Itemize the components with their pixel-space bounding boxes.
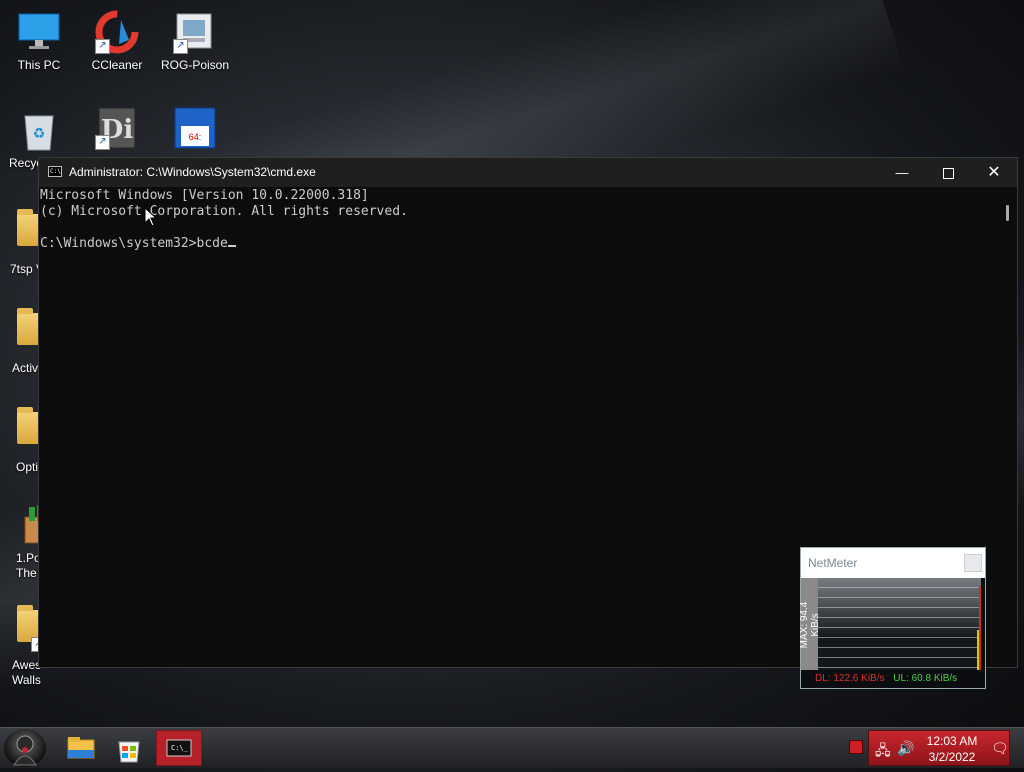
desktop-icon-label: CCleaner	[91, 58, 143, 72]
netmeter-title-bar[interactable]: NetMeter	[801, 548, 985, 578]
file-explorer-icon	[67, 737, 95, 759]
netmeter-title: NetMeter	[808, 556, 858, 570]
scrollbar-thumb[interactable]	[1006, 205, 1009, 221]
mouse-pointer-icon	[144, 207, 158, 227]
desktop-icon-rog-poison[interactable]: ↗ ROG-Poison	[156, 10, 234, 73]
shortcut-arrow-icon: ↗	[95, 39, 110, 54]
floppy-64-icon: 64:	[173, 106, 217, 150]
netmeter-widget[interactable]: NetMeter MAX: 94.4 KiB/s DL: 122.6 KiB/s…	[799, 547, 986, 689]
notification-icon[interactable]: 🗨	[991, 740, 1009, 757]
taskbar-cmd[interactable]: C:\_	[156, 730, 202, 766]
netmeter-menu-button[interactable]	[964, 554, 982, 572]
shortcut-arrow-icon: ↗	[95, 135, 110, 150]
ccleaner-icon: ↗	[95, 10, 139, 54]
netmeter-stats: DL: 122.6 KiB/s UL: 60.8 KiB/s	[801, 670, 985, 688]
desktop-icon-label: 1.Po The	[16, 551, 41, 580]
cmd-icon: C:\_	[166, 739, 192, 757]
cmd-icon: C:\	[48, 166, 62, 177]
clock-date: 3/2/2022	[928, 750, 976, 764]
svg-text:♻: ♻	[33, 125, 46, 141]
tray-app-icon[interactable]	[849, 740, 863, 754]
svg-text:C:\_: C:\_	[171, 744, 189, 752]
start-icon	[13, 735, 37, 766]
shortcut-arrow-icon: ↗	[173, 39, 188, 54]
network-icon[interactable]: 🖧	[875, 740, 891, 764]
this-pc-icon	[17, 10, 61, 54]
desktop-icon-label: This PC	[17, 58, 61, 72]
svg-text:64:: 64:	[189, 132, 202, 142]
scrollbar[interactable]	[999, 187, 1017, 667]
taskbar-store[interactable]	[106, 730, 150, 766]
system-tray: 🖧 🔊 12:03 AM 3/2/2022 🗨	[868, 730, 1010, 766]
store-icon	[118, 741, 140, 763]
maximize-button[interactable]	[925, 158, 971, 187]
start-button[interactable]	[4, 729, 46, 767]
netmeter-ul-spike	[977, 630, 979, 670]
clock[interactable]: 12:03 AM 3/2/2022	[919, 733, 985, 765]
taskbar-file-explorer[interactable]	[58, 730, 102, 766]
netmeter-upload: UL: 60.8 KiB/s	[893, 673, 958, 684]
console-prompt-line[interactable]: C:\Windows\system32>bcde	[40, 236, 999, 252]
clock-time: 12:03 AM	[926, 734, 978, 748]
netmeter-plot-shading	[818, 578, 981, 638]
desktop-icon-di-app[interactable]: Di ↗	[78, 106, 156, 154]
console-line: (c) Microsoft Corporation. All rights re…	[40, 204, 408, 219]
taskbar: C:\_ 🖧 🔊 12:03 AM 3/2/2022 🗨	[0, 727, 1024, 768]
window-title: Administrator: C:\Windows\System32\cmd.e…	[69, 165, 316, 179]
netmeter-graph: MAX: 94.4 KiB/s	[799, 578, 985, 670]
recycle-bin-icon: ♻	[17, 108, 61, 152]
cmd-title-bar[interactable]: C:\ Administrator: C:\Windows\System32\c…	[39, 158, 1017, 187]
desktop-icon-this-pc[interactable]: This PC	[0, 10, 78, 73]
di-app-icon: Di ↗	[95, 106, 139, 150]
text-cursor	[227, 245, 236, 247]
desktop-icon-ccleaner[interactable]: ↗ CCleaner	[78, 10, 156, 73]
volume-icon[interactable]: 🔊	[897, 740, 914, 757]
netmeter-dl-spike	[979, 586, 981, 670]
desktop-icon-label: ROG-Poison	[160, 58, 230, 72]
netmeter-axis: MAX: 94.4 KiB/s	[799, 578, 821, 670]
desktop-icon-floppy[interactable]: 64:	[156, 106, 234, 154]
minimize-button[interactable]: —	[879, 158, 925, 187]
desktop-icon-label: Awes Walls	[12, 658, 42, 687]
rog-poison-icon: ↗	[173, 10, 217, 54]
console-line: Microsoft Windows [Version 10.0.22000.31…	[40, 188, 369, 203]
console-prompt: C:\Windows\system32>bcde	[40, 236, 228, 251]
close-button[interactable]: ✕	[971, 158, 1017, 187]
netmeter-download: DL: 122.6 KiB/s	[815, 673, 885, 684]
